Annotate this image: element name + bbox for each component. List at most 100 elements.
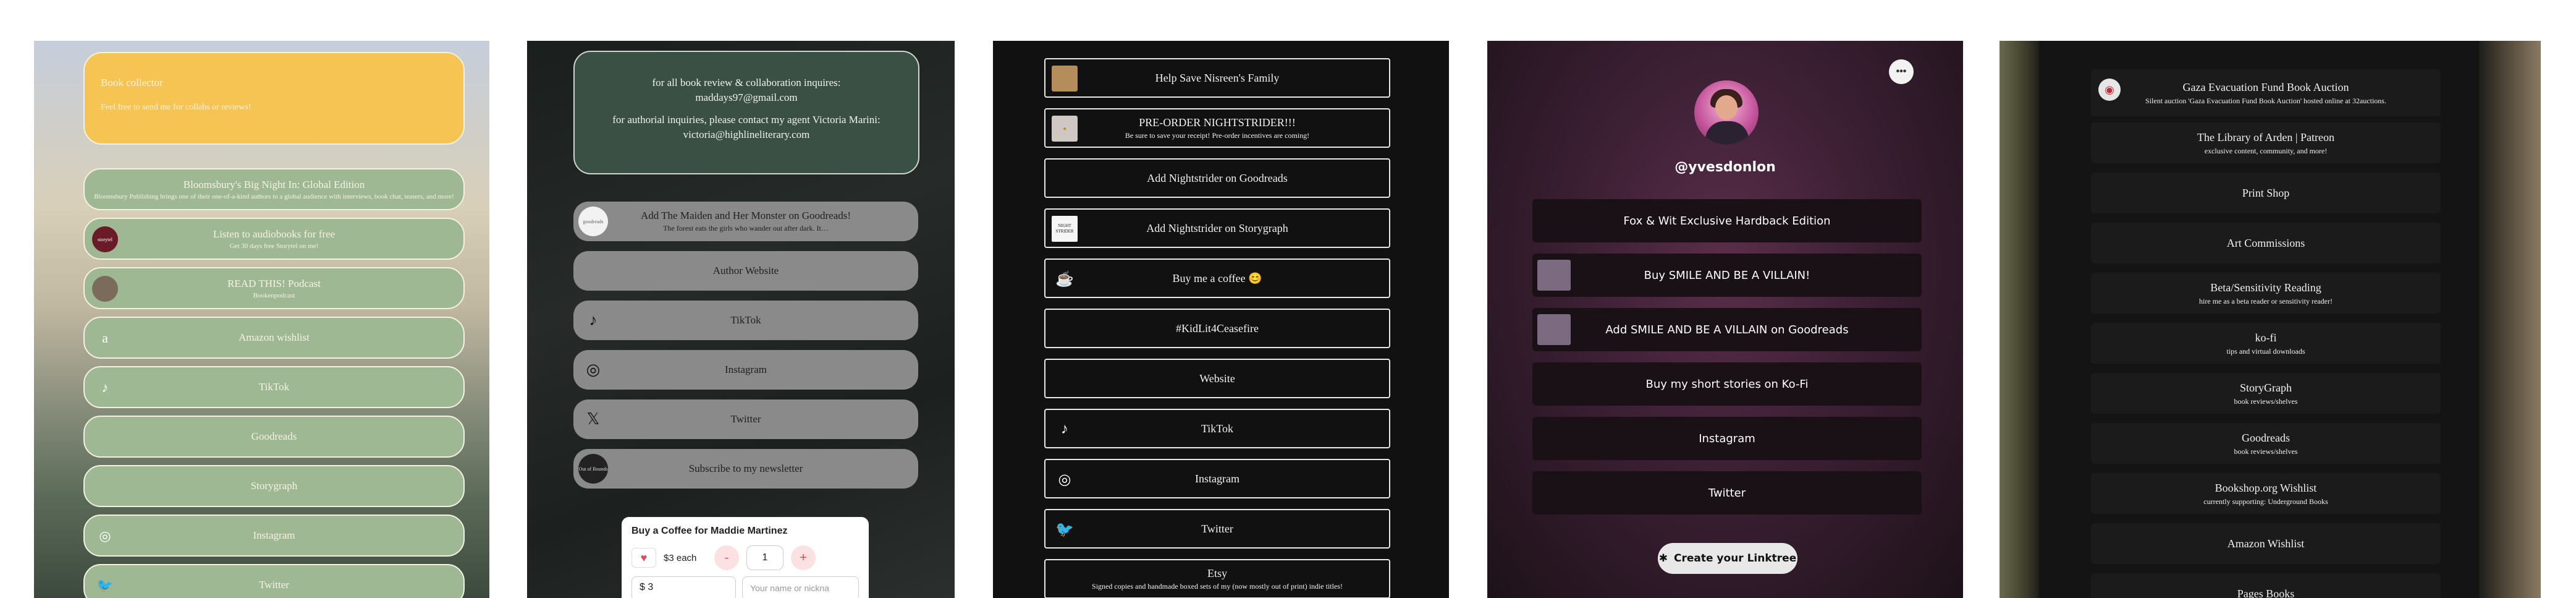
tiktok-icon: ♪ [101,380,109,395]
link-label: TikTok [730,314,761,326]
link-button-storygraph[interactable]: StoryGraph book reviews/shelves [2091,373,2441,414]
link-label: #KidLit4Ceasefire [1176,322,1259,335]
link-label: Art Commissions [2226,236,2305,249]
link-button-gaza-auction[interactable]: ◉ Gaza Evacuation Fund Book Auction Sile… [2091,69,2441,116]
link-button-author-website[interactable]: Author Website [573,251,918,291]
buy-coffee-widget: Buy a Coffee for Maddie Martinez ♥ $3 ea… [622,517,869,598]
link-button-tiktok[interactable]: ♪ TikTok [83,366,465,408]
link-button-instagram[interactable]: Instagram [1532,417,1922,460]
link-button-storytel[interactable]: storytel Listen to audiobooks for free G… [83,218,465,260]
link-button-twitter[interactable]: 🐦 Twitter [83,564,465,598]
preorder-thumb-icon: ● [1052,116,1078,142]
more-options-button[interactable]: ••• [1889,59,1914,84]
link-label: Twitter [730,413,761,425]
email-link[interactable]: maddays97@gmail.com [695,92,797,103]
link-label: Add The Maiden and Her Monster on Goodre… [640,210,851,221]
link-button-goodreads[interactable]: Add SMILE AND BE A VILLAIN on Goodreads [1532,308,1922,351]
link-button-twitter[interactable]: 🐦 Twitter [1044,509,1390,549]
link-description: Bloomsbury Publishing brings one of thei… [94,192,454,200]
link-button-goodreads[interactable]: Goodreads [83,416,465,458]
link-label: Add SMILE AND BE A VILLAIN on Goodreads [1605,323,1849,336]
link-button-tiktok[interactable]: ♪ TikTok [1044,409,1390,448]
link-label: Website [1199,372,1235,385]
podcast-cover-icon [92,276,118,302]
link-button-pages-books[interactable]: Pages Books [2091,573,2441,598]
tiktok-icon: ♪ [589,311,598,329]
link-button-storygraph[interactable]: NIGHT STRIDER Add Nightstrider on Storyg… [1044,208,1390,248]
link-description: Bookenpodcast [253,291,295,299]
instagram-icon: ◎ [586,361,601,378]
coffee-widget-title: Buy a Coffee for Maddie Martinez [631,526,788,536]
agent-email-link[interactable]: victoria@highlineliterary.com [683,129,810,140]
link-button-save-family[interactable]: Help Save Nisreen's Family [1044,58,1390,98]
quantity-input[interactable]: 1 [746,545,783,570]
tiktok-icon: ♪ [1061,421,1068,437]
link-description: hire me as a beta reader or sensitivity … [2199,296,2333,305]
link-button-etsy[interactable]: Etsy Signed copies and handmade boxed se… [1044,559,1390,598]
link-button-instagram[interactable]: ◎ Instagram [1044,459,1390,498]
link-description: Silent auction 'Gaza Evacuation Fund Boo… [2145,96,2386,105]
link-label: Amazon wishlist [239,331,310,343]
link-button-newsletter[interactable]: Out of Bounds Subscribe to my newsletter [573,449,918,489]
instagram-icon: ◎ [99,528,111,544]
linktree-panel-maddie: for all book review & collaboration inqu… [527,41,955,598]
link-button-website[interactable]: Website [1044,359,1390,398]
link-button-preorder[interactable]: ● PRE-ORDER NIGHTSTRIDER!!! Be sure to s… [1044,108,1390,148]
link-label: Add Nightstrider on Goodreads [1147,171,1288,184]
link-label: TikTok [258,381,290,393]
link-button-amazon-wishlist[interactable]: a Amazon wishlist [83,317,465,359]
link-button-goodreads[interactable]: Add Nightstrider on Goodreads [1044,158,1390,198]
link-button-bloomsbury[interactable]: Bloomsbury's Big Night In: Global Editio… [83,168,465,210]
link-button-kidlit-ceasefire[interactable]: #KidLit4Ceasefire [1044,309,1390,348]
link-button-art-commissions[interactable]: Art Commissions [2091,223,2441,263]
book-cover-icon [1537,314,1571,345]
amount-input[interactable]: $ 3 [631,576,737,598]
link-button-instagram[interactable]: ◎ Instagram [83,515,465,557]
link-button-kofi[interactable]: ko-fi tips and virtual downloads [2091,323,2441,364]
link-button-podcast[interactable]: READ THIS! Podcast Bookenpodcast [83,267,465,309]
amazon-icon: a [102,330,108,346]
link-button-goodreads[interactable]: Goodreads book reviews/shelves [2091,423,2441,464]
link-label: Gaza Evacuation Fund Book Auction [2182,80,2349,93]
background-edge-left [2000,41,2039,598]
link-button-coffee[interactable]: ☕ Buy me a coffee 😊 [1044,258,1390,298]
link-button-patreon[interactable]: The Library of Arden | Patreon exclusive… [2091,122,2441,163]
link-description: exclusive content, community, and more! [2204,146,2328,155]
link-button-kofi[interactable]: Buy my short stories on Ko-Fi [1532,362,1922,406]
link-button-tiktok[interactable]: ♪ TikTok [573,301,918,340]
link-button-instagram[interactable]: ◎ Instagram [573,350,918,390]
link-button-print-shop[interactable]: Print Shop [2091,173,2441,213]
link-label: Instagram [1195,472,1239,485]
instagram-icon: ◎ [1058,471,1071,488]
price-each: $3 each [664,552,697,563]
linktree-panel-nightstrider: Help Save Nisreen's Family ● PRE-ORDER N… [993,41,1449,598]
link-label: PRE-ORDER NIGHTSTRIDER!!! [1139,116,1296,129]
link-button-storygraph[interactable]: Storygraph [83,465,465,507]
link-label: Twitter [1201,522,1233,535]
link-label: Amazon Wishlist [2227,537,2305,550]
link-button-bookshop-wishlist[interactable]: Bookshop.org Wishlist currently supporti… [2091,473,2441,514]
link-description: currently supporting: Underground Books [2203,497,2328,506]
link-button-amazon-wishlist[interactable]: Amazon Wishlist [2091,523,2441,564]
link-button-buy-book[interactable]: Buy SMILE AND BE A VILLAIN! [1532,254,1922,297]
name-input[interactable]: Your name or nickna [742,576,859,598]
link-label: Instagram [1699,432,1755,445]
link-label: StoryGraph [2240,381,2292,394]
link-description: Get 30 days free Storytel on me! [229,242,319,250]
link-button-beta-reading[interactable]: Beta/Sensitivity Reading hire me as a be… [2091,273,2441,314]
increment-button[interactable]: + [791,545,816,570]
link-label: Pages Books [2237,587,2295,598]
link-description: book reviews/shelves [2234,446,2298,456]
link-label: ko-fi [2255,331,2277,344]
link-label: Help Save Nisreen's Family [1155,71,1280,84]
link-button-goodreads-book[interactable]: goodreads Add The Maiden and Her Monster… [573,202,918,241]
link-label: Etsy [1207,566,1227,579]
info-line: for authorial inquiries, please contact … [612,114,880,126]
link-button-fox-wit[interactable]: Fox & Wit Exclusive Hardback Edition [1532,199,1922,242]
link-label: Listen to audiobooks for free [213,228,336,240]
goodreads-logo-icon: goodreads [578,207,608,236]
decrement-button[interactable]: - [714,545,739,570]
link-button-twitter[interactable]: Twitter [1532,471,1922,515]
link-button-twitter[interactable]: 𝕏 Twitter [573,399,918,439]
create-linktree-button[interactable]: ✱ Create your Linktree [1658,543,1797,574]
